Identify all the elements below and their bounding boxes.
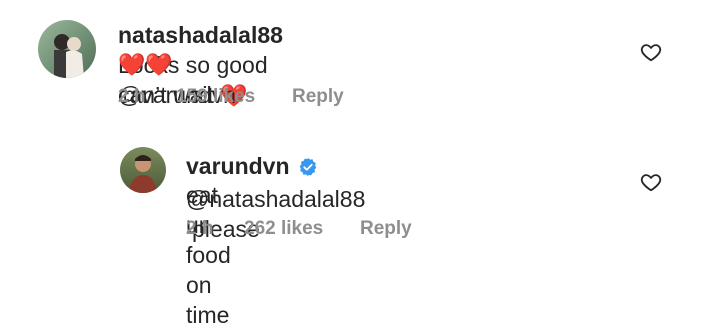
reply-likes[interactable]: 262 likes <box>244 218 360 240</box>
reply-text: eat ur food on time <box>186 182 231 328</box>
avatar-natashadalal88[interactable] <box>38 20 96 78</box>
reply-meta-footer: 2 h 262 likes Reply <box>186 218 412 240</box>
comment-username[interactable]: natashadalal88 <box>118 22 283 48</box>
comment-time: 2 h <box>118 86 146 107</box>
heart-emoji: ❤️❤️ <box>118 52 173 77</box>
comment-meta: 2 h 159 likes Reply <box>118 86 344 108</box>
reply-username[interactable]: varundvn <box>186 153 290 179</box>
reply-time: 2 h <box>186 218 214 239</box>
reply-text-line2: eat ur food on time <box>186 180 231 330</box>
reply-button[interactable]: Reply <box>292 86 344 108</box>
verified-badge-icon <box>298 154 318 184</box>
comment-likes[interactable]: 159 likes <box>176 86 292 108</box>
reply-reply-button[interactable]: Reply <box>360 218 412 240</box>
avatar-varundvn[interactable] <box>120 147 166 193</box>
like-heart-icon[interactable] <box>640 171 662 193</box>
like-heart-icon[interactable] <box>640 41 662 63</box>
